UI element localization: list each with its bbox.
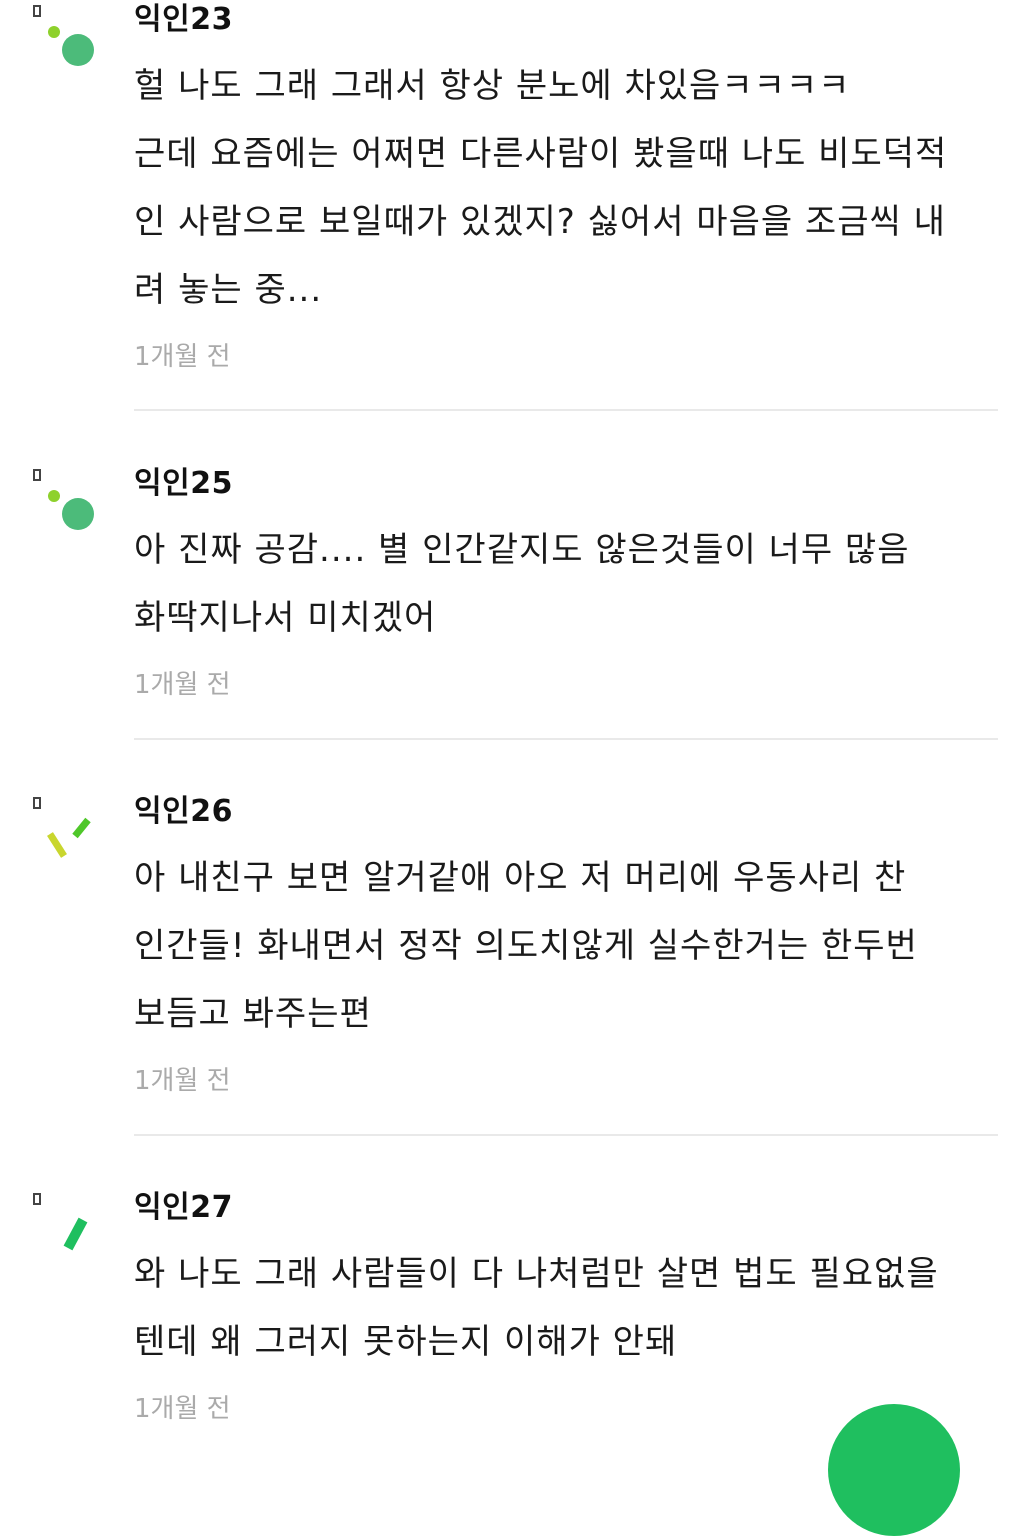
comment-line: 인간들! 화내면서 정작 의도치않게 실수한거는 한두번 xyxy=(134,926,918,966)
comment-author[interactable]: 익인26 xyxy=(134,794,1004,830)
divider xyxy=(134,738,998,740)
comment-text: 헐 나도 그래 그래서 항상 분노에 차있음ㅋㅋㅋㅋ 근데 요즘에는 어쩌면 다… xyxy=(134,52,1004,324)
write-fab-icon[interactable] xyxy=(828,1404,960,1536)
comment-line: 텐데 왜 그러지 못하는지 이해가 안돼 xyxy=(134,1322,678,1362)
dots-avatar-icon[interactable] xyxy=(28,466,108,546)
comment-timestamp: 1개월 전 xyxy=(134,1066,231,1096)
comment-line: 화딱지나서 미치겠어 xyxy=(134,598,437,638)
dots-avatar-icon[interactable] xyxy=(28,2,108,82)
comment-content: 익인26 아 내친구 보면 알거같애 아오 저 머리에 우동사리 찬 인간들! … xyxy=(134,794,1004,1098)
comment-line: 근데 요즘에는 어쩌면 다른사람이 봤을때 나도 비도덕적 xyxy=(134,134,948,174)
comment-text: 와 나도 그래 사람들이 다 나처럼만 살면 법도 필요없을 텐데 왜 그러지 … xyxy=(134,1240,1004,1376)
comment-line: 보듬고 봐주는편 xyxy=(134,994,372,1034)
comment-line: 인 사람으로 보일때가 있겠지? 싫어서 마음을 조금씩 내 xyxy=(134,202,946,242)
comment-text: 아 내친구 보면 알거같애 아오 저 머리에 우동사리 찬 인간들! 화내면서 … xyxy=(134,844,1004,1048)
comment-timestamp: 1개월 전 xyxy=(134,670,231,700)
comment-text: 아 진짜 공감.... 별 인간같지도 않은것들이 너무 많음 화딱지나서 미치… xyxy=(134,516,1004,652)
comment-author[interactable]: 익인27 xyxy=(134,1190,1004,1226)
comment-line: 헐 나도 그래 그래서 항상 분노에 차있음ㅋㅋㅋㅋ xyxy=(134,66,851,106)
comment-timestamp: 1개월 전 xyxy=(134,342,231,372)
comment-content: 익인27 와 나도 그래 사람들이 다 나처럼만 살면 법도 필요없을 텐데 왜… xyxy=(134,1190,1004,1426)
comment-line: 아 진짜 공감.... 별 인간같지도 않은것들이 너무 많음 xyxy=(134,530,910,570)
divider xyxy=(134,409,998,411)
comment-author[interactable]: 익인23 xyxy=(134,2,1004,38)
bar-avatar-icon[interactable] xyxy=(28,1190,108,1270)
comment-content: 익인23 헐 나도 그래 그래서 항상 분노에 차있음ㅋㅋㅋㅋ 근데 요즘에는 … xyxy=(134,2,1004,374)
comment-line: 와 나도 그래 사람들이 다 나처럼만 살면 법도 필요없을 xyxy=(134,1254,939,1294)
comment-content: 익인25 아 진짜 공감.... 별 인간같지도 않은것들이 너무 많음 화딱지… xyxy=(134,466,1004,702)
comment-line: 려 놓는 중... xyxy=(134,270,323,310)
comment-author[interactable]: 익인25 xyxy=(134,466,1004,502)
slash-avatar-icon[interactable] xyxy=(28,794,108,874)
comment-line: 아 내친구 보면 알거같애 아오 저 머리에 우동사리 찬 xyxy=(134,858,907,898)
divider xyxy=(134,1134,998,1136)
